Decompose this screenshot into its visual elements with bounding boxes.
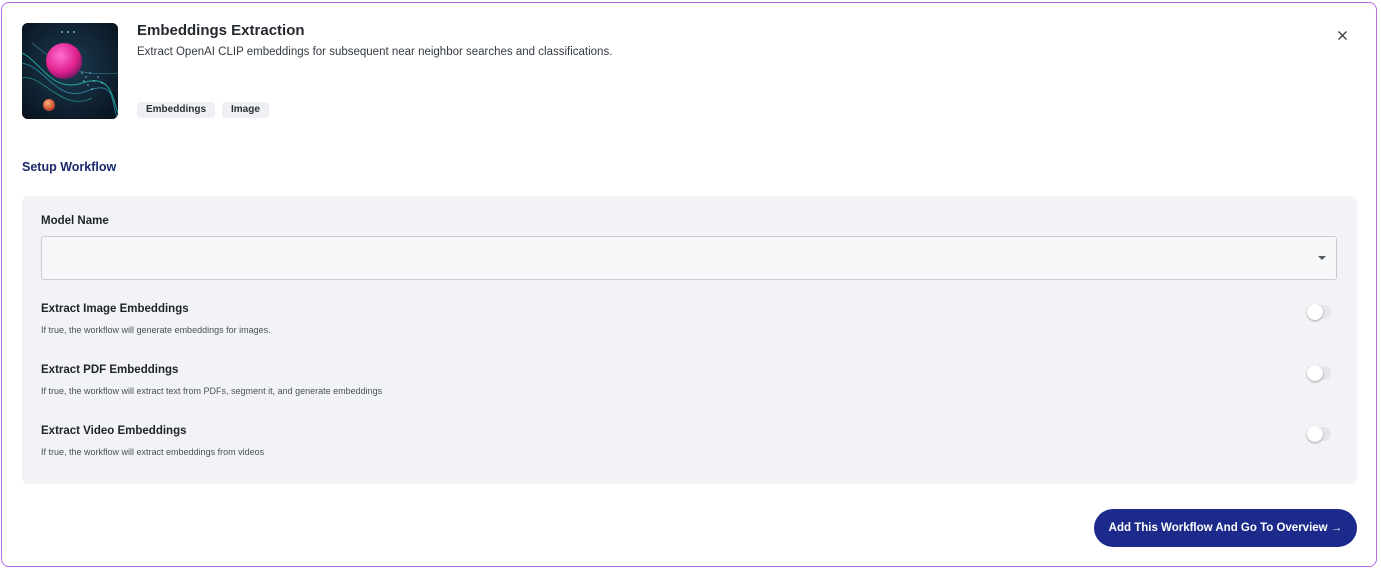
close-icon [1337,30,1347,40]
model-name-select[interactable] [41,236,1337,280]
workflow-dialog: Embeddings Extraction Extract OpenAI CLI… [1,2,1377,567]
toggle-video-embeddings[interactable] [1307,426,1331,442]
dropdown-arrow-icon [1318,256,1326,260]
option-help-text: If true, the workflow will extract embed… [41,447,265,457]
toggle-knob [1307,304,1323,320]
toggle-image-embeddings[interactable] [1307,304,1331,320]
workflow-thumbnail-image [22,23,118,119]
option-title: Extract Image Embeddings [41,303,189,315]
workflow-description: Extract OpenAI CLIP embeddings for subse… [137,46,613,58]
section-title: Setup Workflow [22,160,117,174]
toggle-pdf-embeddings[interactable] [1307,365,1331,381]
add-workflow-button[interactable]: Add This Workflow And Go To Overview → [1094,509,1357,547]
toggle-knob [1307,365,1323,381]
option-title: Extract Video Embeddings [41,425,187,437]
toggle-knob [1307,426,1323,442]
tag-list: Embeddings Image [137,102,269,118]
setup-panel: Model Name Extract Image Embeddings If t… [22,196,1357,484]
close-button[interactable] [1334,27,1350,43]
model-name-label: Model Name [41,215,109,227]
option-help-text: If true, the workflow will extract text … [41,386,383,396]
workflow-title: Embeddings Extraction [137,22,305,39]
tag-embeddings: Embeddings [137,102,216,118]
option-pdf-embeddings: Extract PDF Embeddings If true, the work… [41,364,1337,404]
option-image-embeddings: Extract Image Embeddings If true, the wo… [41,303,1337,343]
option-title: Extract PDF Embeddings [41,364,179,376]
tag-image: Image [222,102,269,118]
option-video-embeddings: Extract Video Embeddings If true, the wo… [41,425,1337,465]
option-help-text: If true, the workflow will generate embe… [41,325,271,335]
